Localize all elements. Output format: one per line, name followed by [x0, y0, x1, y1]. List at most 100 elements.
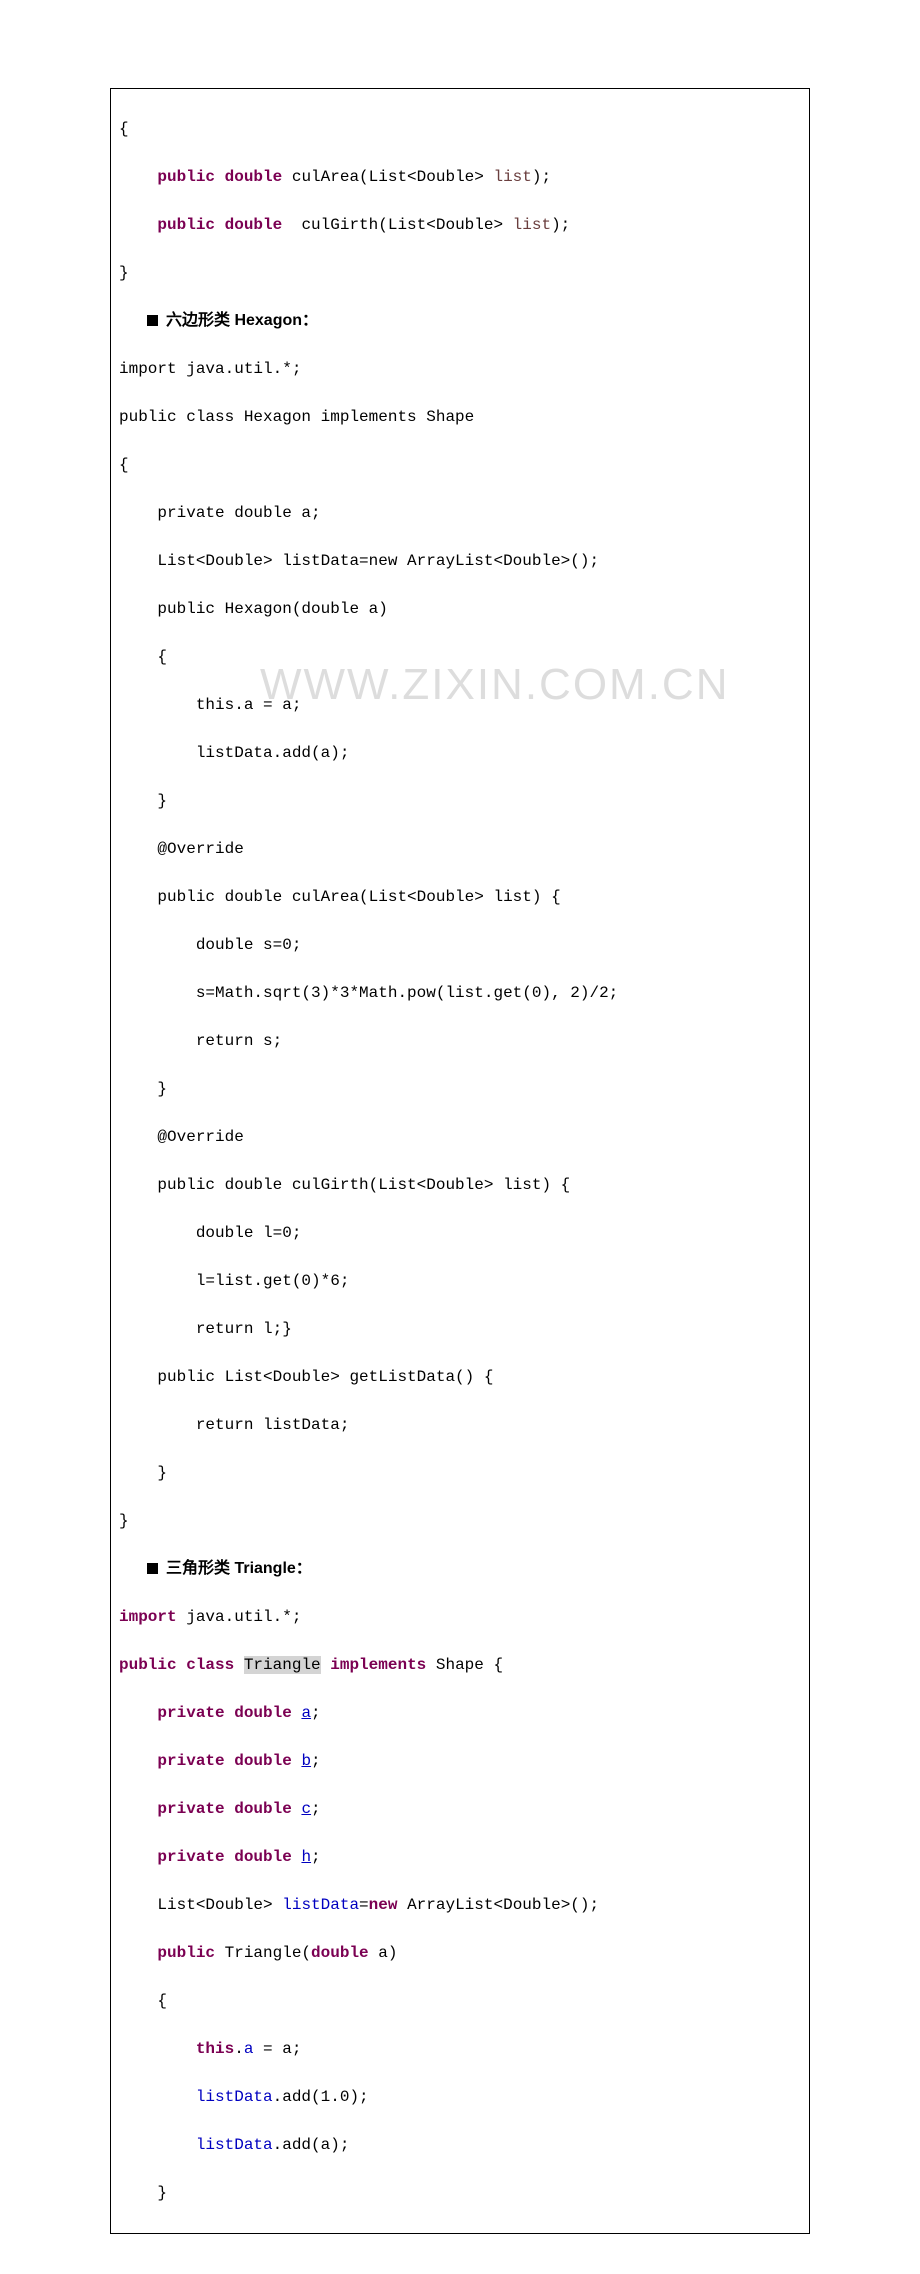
code-line: public Hexagon(double a) [119, 597, 801, 621]
code-line: private double b; [119, 1749, 801, 1773]
code-line: listData.add(a); [119, 741, 801, 765]
text: @Override [119, 1128, 244, 1146]
code-line: public double culArea(List<Double> list)… [119, 165, 801, 189]
code-line: this.a = a; [119, 693, 801, 717]
code-line: private double c; [119, 1797, 801, 1821]
field: listData [282, 1896, 359, 1914]
code-line: s=Math.sqrt(3)*3*Math.pow(list.get(0), 2… [119, 981, 801, 1005]
text: { [119, 648, 167, 666]
code-line: return listData; [119, 1413, 801, 1437]
heading-line: 六边形类 Hexagon： [119, 309, 801, 333]
code-line: public class Hexagon implements Shape [119, 405, 801, 429]
text: culGirth(List<Double> [282, 216, 512, 234]
code-line: public List<Double> getListData() { [119, 1365, 801, 1389]
text: ArrayList<Double>(); [397, 1896, 599, 1914]
code-line: double l=0; [119, 1221, 801, 1245]
code-line: private double h; [119, 1845, 801, 1869]
field: listData [196, 2136, 273, 2154]
text: l=list.get(0)*6; [119, 1272, 349, 1290]
keyword: public double [157, 168, 282, 186]
code-line: public double culGirth(List<Double> list… [119, 1173, 801, 1197]
code-line: { [119, 117, 801, 141]
code-line: { [119, 1989, 801, 2013]
text: ); [532, 168, 551, 186]
code-line: private double a; [119, 1701, 801, 1725]
code-line: } [119, 1461, 801, 1485]
code-line: return s; [119, 1029, 801, 1053]
param: list [493, 168, 531, 186]
text: public class Hexagon implements Shape [119, 408, 474, 426]
keyword: new [369, 1896, 398, 1914]
code-line: listData.add(1.0); [119, 2085, 801, 2109]
text: ; [311, 1752, 321, 1770]
heading: 三角形类 Triangle： [166, 1560, 312, 1577]
field: listData [196, 2088, 273, 2106]
code-line: List<Double> listData=new ArrayList<Doub… [119, 1893, 801, 1917]
text [119, 2088, 196, 2106]
code-line: { [119, 453, 801, 477]
text: return l;} [119, 1320, 292, 1338]
text: public double culArea(List<Double> list)… [119, 888, 561, 906]
text: double l=0; [119, 1224, 301, 1242]
text: @Override [119, 840, 244, 858]
text: . [234, 2040, 244, 2058]
keyword: private double [157, 1800, 301, 1818]
keyword: private double [157, 1848, 301, 1866]
text: = a; [253, 2040, 301, 2058]
text: this.a = a; [119, 696, 301, 714]
text: List<Double> [119, 1896, 282, 1914]
text: return listData; [119, 1416, 349, 1434]
text: s=Math.sqrt(3)*3*Math.pow(list.get(0), 2… [119, 984, 618, 1002]
keyword: public [157, 1944, 215, 1962]
code-line: double s=0; [119, 933, 801, 957]
text: public double culGirth(List<Double> list… [119, 1176, 570, 1194]
text: } [119, 1464, 167, 1482]
text: .add(1.0); [273, 2088, 369, 2106]
text [321, 1656, 331, 1674]
heading-line: 三角形类 Triangle： [119, 1557, 801, 1581]
text: Triangle( [215, 1944, 311, 1962]
text [119, 1752, 157, 1770]
text [119, 2040, 196, 2058]
code-line: @Override [119, 837, 801, 861]
text: import java.util.*; [119, 360, 301, 378]
field: a [301, 1704, 311, 1722]
text: double s=0; [119, 936, 301, 954]
heading: 六边形类 Hexagon： [166, 312, 318, 329]
text: } [119, 1512, 129, 1530]
code-line: public class Triangle implements Shape { [119, 1653, 801, 1677]
text: public List<Double> getListData() { [119, 1368, 493, 1386]
text: ); [551, 216, 570, 234]
text: } [119, 1080, 167, 1098]
text: Shape { [426, 1656, 503, 1674]
field: h [301, 1848, 311, 1866]
code-line: import java.util.*; [119, 1605, 801, 1629]
code-line: this.a = a; [119, 2037, 801, 2061]
text: } [119, 2184, 167, 2202]
code-line: } [119, 1509, 801, 1533]
code-line: public Triangle(double a) [119, 1941, 801, 1965]
text [119, 1944, 157, 1962]
code-line: return l;} [119, 1317, 801, 1341]
code-line: public double culGirth(List<Double> list… [119, 213, 801, 237]
keyword: implements [330, 1656, 426, 1674]
code-line: } [119, 261, 801, 285]
text: java.util.*; [177, 1608, 302, 1626]
code-line: l=list.get(0)*6; [119, 1269, 801, 1293]
code-line: } [119, 1077, 801, 1101]
document-page: { public double culArea(List<Double> lis… [0, 0, 920, 2274]
page-wrap: { public double culArea(List<Double> lis… [0, 0, 920, 2274]
code-line: public double culArea(List<Double> list)… [119, 885, 801, 909]
text: { [119, 1992, 167, 2010]
text: { [119, 456, 129, 474]
text [119, 168, 157, 186]
text [119, 1800, 157, 1818]
text: public Hexagon(double a) [119, 600, 388, 618]
param: list [513, 216, 551, 234]
code-line: { [119, 645, 801, 669]
code-line: @Override [119, 1125, 801, 1149]
text: = [359, 1896, 369, 1914]
field: b [301, 1752, 311, 1770]
keyword: private double [157, 1704, 301, 1722]
text: .add(a); [273, 2136, 350, 2154]
